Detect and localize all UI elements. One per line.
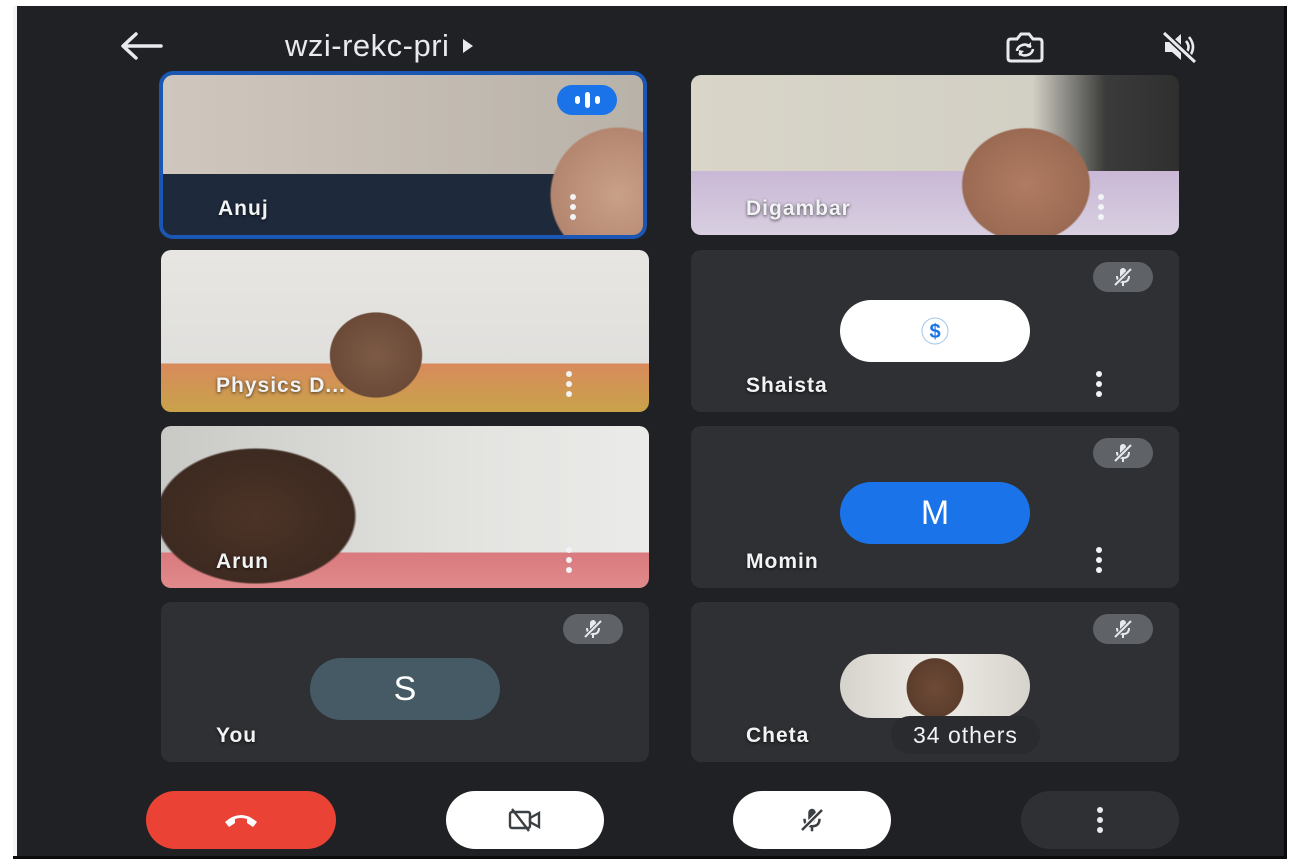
meet-call-screen: wzi-rekc-pri Anuj Digambar Physics D... … bbox=[13, 6, 1287, 859]
mic-off-icon bbox=[800, 808, 824, 832]
participant-name: Momin bbox=[746, 550, 819, 573]
mic-toggle-button[interactable] bbox=[733, 791, 891, 849]
camera-off-icon bbox=[508, 808, 541, 832]
meeting-code: wzi-rekc-pri bbox=[285, 28, 450, 63]
participant-tile-cheta[interactable]: Cheta 34 others bbox=[691, 602, 1179, 762]
participant-tile-anuj[interactable]: Anuj bbox=[163, 75, 643, 235]
audio-bar bbox=[574, 96, 580, 104]
participant-menu-button[interactable] bbox=[561, 547, 577, 573]
participant-name: Digambar bbox=[746, 197, 851, 220]
back-button[interactable] bbox=[111, 24, 171, 68]
switch-camera-icon bbox=[1006, 32, 1044, 63]
others-pill[interactable]: 34 others bbox=[891, 716, 1040, 754]
audio-bar bbox=[594, 96, 600, 104]
muted-badge bbox=[563, 614, 623, 644]
participant-avatar: $ bbox=[840, 300, 1030, 362]
mic-off-icon bbox=[1113, 267, 1133, 287]
participant-tile-physics[interactable]: Physics D... bbox=[161, 250, 649, 412]
participant-name: You bbox=[216, 724, 258, 747]
participant-menu-button[interactable] bbox=[1091, 371, 1107, 397]
switch-camera-button[interactable] bbox=[997, 22, 1053, 72]
meeting-title-button[interactable]: wzi-rekc-pri bbox=[285, 28, 474, 64]
participant-tile-momin[interactable]: M Momin bbox=[691, 426, 1179, 588]
mic-off-icon bbox=[1113, 619, 1133, 639]
participant-name: Shaista bbox=[746, 374, 828, 397]
more-options-button[interactable] bbox=[1021, 791, 1179, 849]
others-count: 34 others bbox=[913, 721, 1018, 748]
participant-menu-button[interactable] bbox=[565, 194, 581, 220]
participant-menu-button[interactable] bbox=[1093, 194, 1109, 220]
participant-name: Arun bbox=[216, 550, 269, 573]
speaker-toggle-button[interactable] bbox=[1151, 22, 1207, 72]
camera-toggle-button[interactable] bbox=[446, 791, 604, 849]
speaker-off-icon bbox=[1161, 30, 1198, 65]
mic-off-icon bbox=[583, 619, 603, 639]
participant-menu-button[interactable] bbox=[1091, 547, 1107, 573]
muted-badge bbox=[1093, 438, 1153, 468]
participant-avatar: S bbox=[310, 658, 500, 720]
participant-tile-arun[interactable]: Arun bbox=[161, 426, 649, 588]
phone-hangup-icon bbox=[225, 815, 257, 827]
muted-badge bbox=[1093, 614, 1153, 644]
mic-off-icon bbox=[1113, 443, 1133, 463]
participant-menu-button[interactable] bbox=[561, 371, 577, 397]
participant-name: Anuj bbox=[218, 197, 269, 220]
end-call-button[interactable] bbox=[146, 791, 336, 849]
caret-right-icon bbox=[463, 39, 474, 53]
participant-name: Cheta bbox=[746, 724, 810, 747]
participant-name: Physics D... bbox=[216, 374, 346, 397]
muted-badge bbox=[1093, 262, 1153, 292]
svg-text:$: $ bbox=[929, 321, 940, 343]
back-arrow-icon bbox=[121, 32, 163, 60]
frame-edge bbox=[13, 6, 17, 856]
audio-bar bbox=[584, 92, 590, 108]
participant-avatar-photo bbox=[840, 654, 1030, 718]
more-vert-icon bbox=[1096, 807, 1104, 833]
participant-avatar: M bbox=[840, 482, 1030, 544]
avatar-logo-icon: $ bbox=[921, 317, 949, 345]
participant-tile-you[interactable]: S You bbox=[161, 602, 649, 762]
participant-tile-shaista[interactable]: $ Shaista bbox=[691, 250, 1179, 412]
participant-tile-digambar[interactable]: Digambar bbox=[691, 75, 1179, 235]
speaking-indicator bbox=[557, 85, 617, 115]
